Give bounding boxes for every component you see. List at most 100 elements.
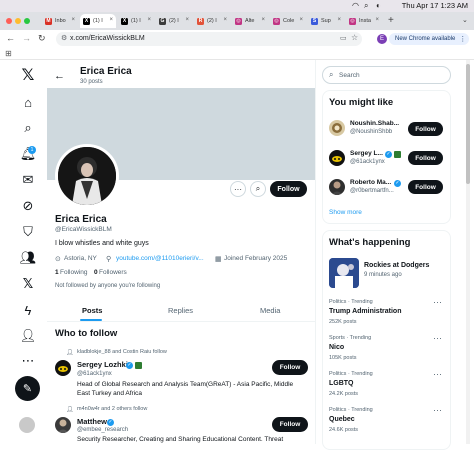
suggested-name[interactable]: Noushin.Shab...	[350, 120, 399, 127]
profile-website-link[interactable]: youtube.com/@11010erieri/v...	[116, 255, 204, 262]
suggested-name[interactable]: Sergey Lozhkin	[77, 360, 132, 369]
following-label[interactable]: Following	[60, 269, 87, 276]
messages-icon[interactable]: ✉	[19, 171, 37, 189]
feather-icon: ✎	[22, 383, 33, 395]
event-title[interactable]: Rockies at Dodgers	[364, 262, 429, 269]
minimize-window-icon[interactable]	[15, 18, 21, 24]
suggested-avatar[interactable]	[55, 360, 71, 376]
more-dots-icon[interactable]: ···	[433, 405, 442, 415]
trend-name[interactable]: Trump Administration	[329, 308, 401, 315]
more-icon[interactable]: ⋯	[19, 352, 37, 370]
profile-avatar[interactable]	[55, 144, 119, 208]
control-center-icon[interactable]: ◐	[376, 2, 381, 10]
browser-tab[interactable]: G (2) I ×	[156, 14, 192, 28]
close-tab-icon[interactable]: ×	[337, 17, 341, 23]
suggested-handle[interactable]: @61ack1ynx	[77, 371, 112, 377]
more-dots-icon[interactable]: ···	[433, 297, 442, 307]
reload-icon[interactable]: ↻	[38, 33, 46, 44]
tab-media[interactable]: Media	[260, 306, 280, 315]
suggested-handle[interactable]: @r0bertmartfn...	[350, 188, 394, 194]
grok-icon[interactable]: ⊘	[19, 197, 37, 215]
profile-avatar[interactable]: E	[377, 34, 387, 44]
wifi-icon[interactable]: ◠	[352, 2, 359, 10]
close-window-icon[interactable]	[6, 18, 12, 24]
close-tab-icon[interactable]: ×	[375, 17, 379, 23]
forward-arrow-icon[interactable]: →	[22, 33, 31, 43]
more-dots-icon[interactable]: ···	[433, 333, 442, 343]
premium-icon[interactable]: 𝕏	[19, 275, 37, 293]
page-scrollbar[interactable]	[466, 60, 470, 444]
tab-posts[interactable]: Posts	[82, 306, 102, 315]
browser-tab-active[interactable]: X (1) I ×	[80, 14, 116, 28]
x-logo-icon[interactable]: 𝕏	[19, 66, 37, 84]
browser-tab[interactable]: M Inbo ×	[42, 14, 78, 28]
suggested-avatar[interactable]	[329, 120, 345, 136]
suggested-handle[interactable]: @NoushinShbb	[350, 129, 392, 135]
more-dots-icon[interactable]: ···	[433, 369, 442, 379]
trend-name[interactable]: Nico	[329, 344, 344, 351]
tab-search-icon[interactable]: ⌄	[462, 16, 468, 24]
close-tab-icon[interactable]: ×	[147, 17, 151, 23]
search-box[interactable]: ⌕ Search	[322, 66, 451, 84]
close-tab-icon[interactable]: ×	[299, 17, 303, 23]
show-more-link[interactable]: Show more	[329, 209, 362, 216]
browser-tab[interactable]: S Sup ×	[308, 14, 344, 28]
search-profile-button[interactable]: ⌕	[250, 181, 266, 197]
follow-button[interactable]: Follow	[408, 122, 443, 136]
new-chrome-button[interactable]: New Chrome available ⋮	[389, 33, 469, 45]
zoom-window-icon[interactable]	[24, 18, 30, 24]
suggested-name[interactable]: Sergey L...	[350, 150, 383, 157]
suggested-name[interactable]: Roberto Ma...	[350, 179, 391, 186]
browser-tab[interactable]: ◎ Insta ×	[346, 14, 382, 28]
suggested-avatar[interactable]	[329, 179, 345, 195]
browser-tab[interactable]: R (2) I ×	[194, 14, 230, 28]
follow-button[interactable]: Follow	[272, 417, 308, 432]
close-tab-icon[interactable]: ×	[223, 17, 227, 23]
search-icon[interactable]: ⌕	[364, 2, 368, 10]
bookmarks-icon[interactable]: ⛉	[19, 223, 37, 241]
url-text[interactable]: x.com/EricaWissickBLM	[70, 35, 145, 42]
followers-count[interactable]: 0	[94, 269, 98, 276]
apps-grid-icon[interactable]: ⊞	[5, 49, 12, 58]
communities-icon[interactable]: 👥︎	[19, 249, 37, 267]
site-info-icon[interactable]: ⚙	[61, 34, 67, 42]
new-tab-icon[interactable]: +	[388, 15, 394, 26]
follow-button[interactable]: Follow	[272, 360, 308, 375]
follow-button[interactable]: Follow	[408, 180, 443, 194]
browser-tab[interactable]: X (1) I ×	[118, 14, 154, 28]
suggested-name[interactable]: Matthew	[77, 417, 107, 426]
browser-tab[interactable]: ◎ Cole ×	[270, 14, 306, 28]
close-tab-icon[interactable]: ×	[71, 17, 75, 23]
followers-label[interactable]: Followers	[99, 269, 127, 276]
browser-tab[interactable]: ◎ Alte ×	[232, 14, 268, 28]
back-arrow-icon[interactable]: ←	[54, 70, 65, 82]
close-tab-icon[interactable]: ×	[261, 17, 265, 23]
trend-name[interactable]: Quebec	[329, 416, 355, 423]
profile-icon[interactable]: 👤︎	[19, 327, 37, 345]
follow-button[interactable]: Follow	[270, 181, 307, 197]
account-avatar[interactable]	[19, 417, 35, 433]
suggested-avatar[interactable]	[329, 150, 345, 166]
scrollbar-thumb[interactable]	[466, 64, 470, 184]
menubar-clock[interactable]: Thu Apr 17 1:23 AM	[402, 1, 468, 10]
event-thumbnail[interactable]	[329, 258, 359, 288]
tab-replies[interactable]: Replies	[168, 306, 193, 315]
explore-icon[interactable]: ⌕	[19, 119, 37, 137]
cast-icon[interactable]: ▭	[340, 34, 347, 42]
home-icon[interactable]: ⌂	[19, 93, 37, 111]
verified-orgs-icon[interactable]: ϟ	[19, 301, 37, 319]
trend-name[interactable]: LGBTQ	[329, 380, 354, 387]
suggested-handle[interactable]: @61ack1ynx	[350, 159, 385, 165]
more-options-button[interactable]: ···	[230, 181, 246, 197]
following-count[interactable]: 1	[55, 269, 59, 276]
bookmark-star-icon[interactable]: ☆	[351, 33, 358, 42]
suggested-avatar[interactable]	[55, 417, 71, 433]
compose-post-button[interactable]: ✎	[15, 376, 40, 401]
back-arrow-icon[interactable]: ←	[6, 33, 15, 43]
more-vertical-icon: ⋮	[459, 36, 467, 43]
suggested-handle[interactable]: @embee_research	[77, 427, 128, 433]
address-bar[interactable]: ⚙ x.com/EricaWissickBLM ▭ ☆	[56, 32, 362, 46]
close-tab-icon[interactable]: ×	[109, 17, 113, 23]
follow-button[interactable]: Follow	[408, 151, 443, 165]
close-tab-icon[interactable]: ×	[185, 17, 189, 23]
